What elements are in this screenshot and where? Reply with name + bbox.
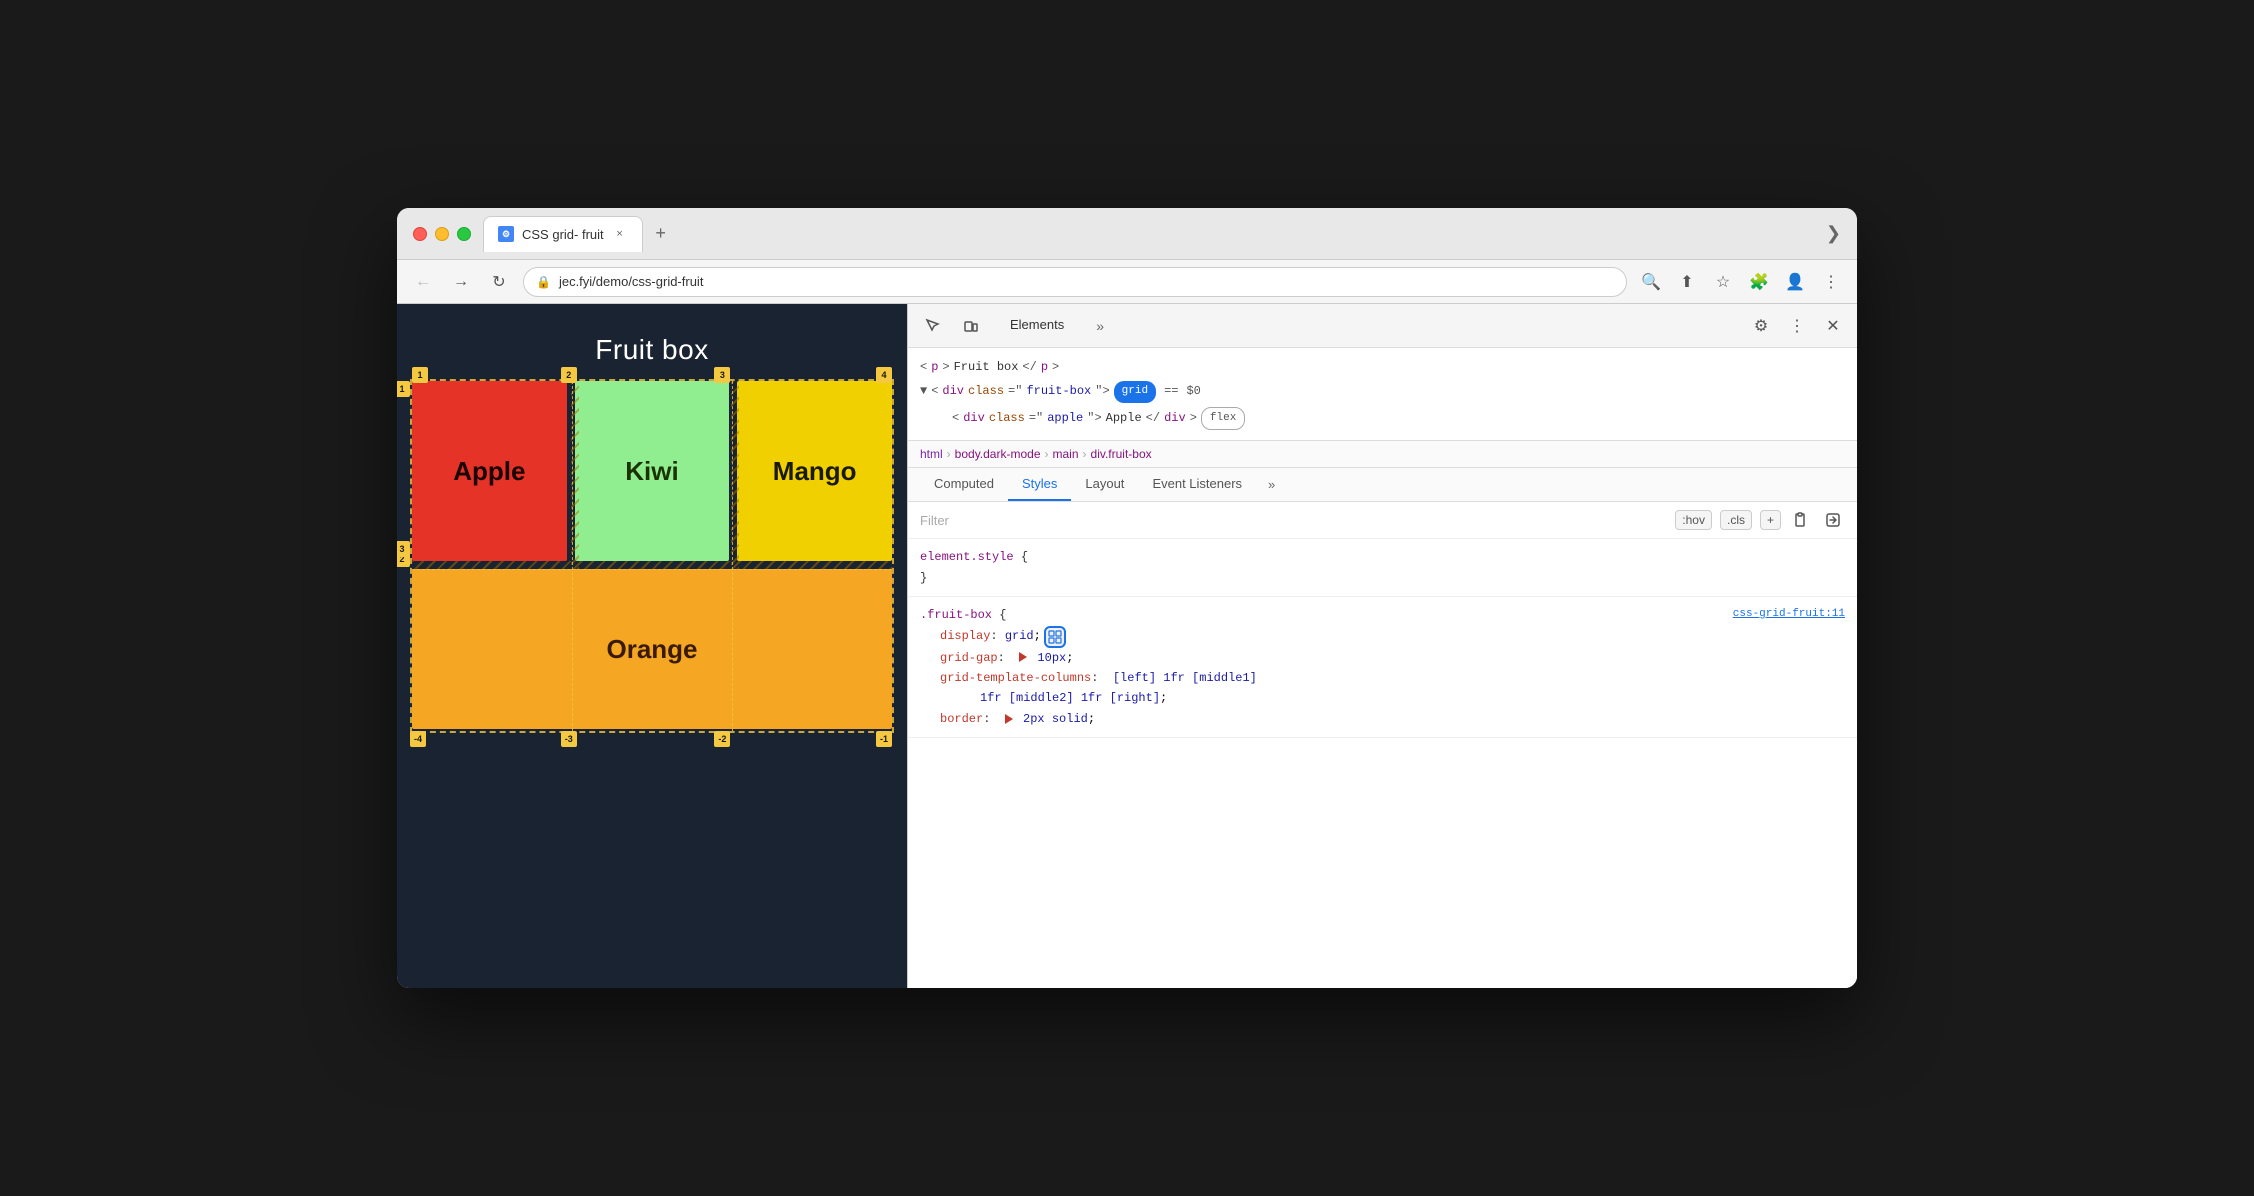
grid-neg2-marker: -2: [714, 731, 730, 747]
tab-elements[interactable]: Elements: [994, 311, 1080, 340]
bookmark-icon[interactable]: ☆: [1709, 268, 1737, 296]
filter-cls-button[interactable]: .cls: [1720, 510, 1752, 530]
grid-row-2-marker: 2: [397, 551, 410, 567]
devtools-close-icon[interactable]: ✕: [1819, 312, 1847, 340]
styles-panel[interactable]: :hov .cls +: [908, 502, 1857, 988]
mango-cell: Mango: [737, 381, 892, 561]
css-grid-gap-property: grid-gap: 10px;: [920, 648, 1845, 668]
tree-row-div-fruit-box[interactable]: ▼ <div class="fruit-box"> grid == $0: [920, 379, 1845, 405]
kiwi-cell: Kiwi: [575, 381, 730, 561]
device-toggle-icon[interactable]: [956, 311, 986, 341]
css-fruit-box-header: .fruit-box { css-grid-fruit:11: [920, 605, 1845, 625]
css-gap-triangle[interactable]: [1019, 652, 1027, 662]
nav-icons: 🔍 ⬆ ☆ 🧩 👤 ⋮: [1637, 268, 1845, 296]
orange-cell: Orange: [412, 569, 892, 729]
reload-button[interactable]: ↻: [485, 268, 513, 296]
grid-neg3-marker: -3: [561, 731, 577, 747]
devtools-more-icon[interactable]: ⋮: [1783, 312, 1811, 340]
tree-row-p: <p>Fruit box</p>: [920, 356, 1845, 379]
extensions-icon[interactable]: 🧩: [1745, 268, 1773, 296]
tab-bar: ⚙ CSS grid- fruit × + ❯: [483, 216, 1841, 252]
active-tab[interactable]: ⚙ CSS grid- fruit ×: [483, 216, 643, 252]
forward-button[interactable]: →: [447, 268, 475, 296]
webpage-content: Fruit box 1 2 3 4 1 2: [397, 304, 907, 741]
tab-layout[interactable]: Layout: [1071, 468, 1138, 501]
css-element-style-close: }: [920, 568, 1845, 588]
filter-paste-icon[interactable]: [1789, 508, 1813, 532]
apple-label: Apple: [453, 456, 525, 487]
tab-title: CSS grid- fruit: [522, 227, 604, 242]
title-bar: ⚙ CSS grid- fruit × + ❯: [397, 208, 1857, 260]
css-fruit-box-rule: .fruit-box { css-grid-fruit:11 display: …: [908, 597, 1857, 738]
css-border-triangle[interactable]: [1005, 714, 1013, 724]
lock-icon: 🔒: [536, 275, 551, 289]
minimize-button[interactable]: [435, 227, 449, 241]
breadcrumb: html › body.dark-mode › main › div.fruit…: [908, 441, 1857, 468]
address-bar[interactable]: 🔒 jec.fyi/demo/css-grid-fruit: [523, 267, 1627, 297]
css-grid-template-columns-cont: 1fr [middle2] 1fr [right];: [920, 688, 1845, 708]
filter-arrow-icon[interactable]: [1821, 508, 1845, 532]
badge-flex: flex: [1201, 407, 1245, 431]
address-text: jec.fyi/demo/css-grid-fruit: [559, 274, 1614, 289]
filter-input[interactable]: [920, 513, 1667, 528]
panel-tabs: Computed Styles Layout Event Listeners »: [908, 468, 1857, 502]
filter-plus-button[interactable]: +: [1760, 510, 1781, 530]
grid-row-1-marker: 1: [397, 381, 410, 397]
filter-actions: :hov .cls +: [1675, 508, 1845, 532]
nav-bar: ← → ↻ 🔒 jec.fyi/demo/css-grid-fruit 🔍 ⬆ …: [397, 260, 1857, 304]
tree-row-div-apple[interactable]: <div class="apple">Apple</div> flex: [920, 405, 1845, 433]
mango-label: Mango: [773, 456, 857, 487]
profile-icon[interactable]: 👤: [1781, 268, 1809, 296]
filter-hov-button[interactable]: :hov: [1675, 510, 1712, 530]
close-button[interactable]: [413, 227, 427, 241]
css-border-property: border: 2px solid;: [920, 709, 1845, 729]
css-grid-template-columns-property: grid-template-columns: [left] 1fr [middl…: [920, 668, 1845, 688]
devtools-panel: Elements » ⚙ ⋮ ✕ <p>Fruit box</p> ▼ <div…: [907, 304, 1857, 988]
breadcrumb-div-fruit-box[interactable]: div.fruit-box: [1091, 447, 1152, 461]
devtools-tabs: Elements: [994, 311, 1080, 340]
breadcrumb-main[interactable]: main: [1053, 447, 1079, 461]
devtools-toolbar: Elements » ⚙ ⋮ ✕: [908, 304, 1857, 348]
tab-event-listeners[interactable]: Event Listeners: [1138, 468, 1256, 501]
grid-neg4-marker: -4: [410, 731, 426, 747]
html-tree: <p>Fruit box</p> ▼ <div class="fruit-box…: [908, 348, 1857, 441]
css-element-style-selector: element.style {: [920, 547, 1845, 567]
traffic-lights: [413, 227, 471, 241]
maximize-button[interactable]: [457, 227, 471, 241]
fruit-box-title: Fruit box: [412, 314, 892, 376]
more-icon[interactable]: ⋮: [1817, 268, 1845, 296]
filter-row: :hov .cls +: [908, 502, 1857, 539]
devtools-settings-icon[interactable]: ⚙: [1747, 312, 1775, 340]
tab-favicon: ⚙: [498, 226, 514, 242]
breadcrumb-html[interactable]: html: [920, 447, 943, 461]
orange-label: Orange: [606, 634, 697, 665]
tab-close-button[interactable]: ×: [612, 226, 628, 242]
css-element-style: element.style { }: [908, 539, 1857, 597]
breadcrumb-body[interactable]: body.dark-mode: [955, 447, 1041, 461]
kiwi-label: Kiwi: [625, 456, 678, 487]
share-icon[interactable]: ⬆: [1673, 268, 1701, 296]
main-content: Fruit box 1 2 3 4 1 2: [397, 304, 1857, 988]
tab-computed[interactable]: Computed: [920, 468, 1008, 501]
browser-window: ⚙ CSS grid- fruit × + ❯ ← → ↻ 🔒 jec.fyi/…: [397, 208, 1857, 988]
devtools-more-tabs[interactable]: »: [1088, 314, 1112, 338]
panel-more-tabs[interactable]: »: [1260, 469, 1283, 500]
grid-wrapper: 1 2 3 4 1 2 3: [412, 381, 892, 731]
grid-row-3-marker: 3: [397, 541, 410, 557]
new-tab-button[interactable]: +: [647, 220, 675, 248]
tab-chevron-icon[interactable]: ❯: [1826, 223, 1841, 244]
inspector-icon[interactable]: [918, 311, 948, 341]
badge-grid: grid: [1114, 381, 1156, 403]
tab-styles[interactable]: Styles: [1008, 468, 1071, 501]
zoom-icon[interactable]: 🔍: [1637, 268, 1665, 296]
css-display-property: display: grid ;: [920, 626, 1845, 648]
back-button[interactable]: ←: [409, 268, 437, 296]
webpage: Fruit box 1 2 3 4 1 2: [397, 304, 907, 988]
fruit-grid: Apple Kiwi Mango Orange: [412, 381, 892, 729]
css-source-link[interactable]: css-grid-fruit:11: [1733, 605, 1845, 624]
apple-cell: Apple: [412, 381, 567, 561]
grid-visualizer-icon[interactable]: [1044, 626, 1066, 648]
grid-neg1-marker: -1: [876, 731, 892, 747]
